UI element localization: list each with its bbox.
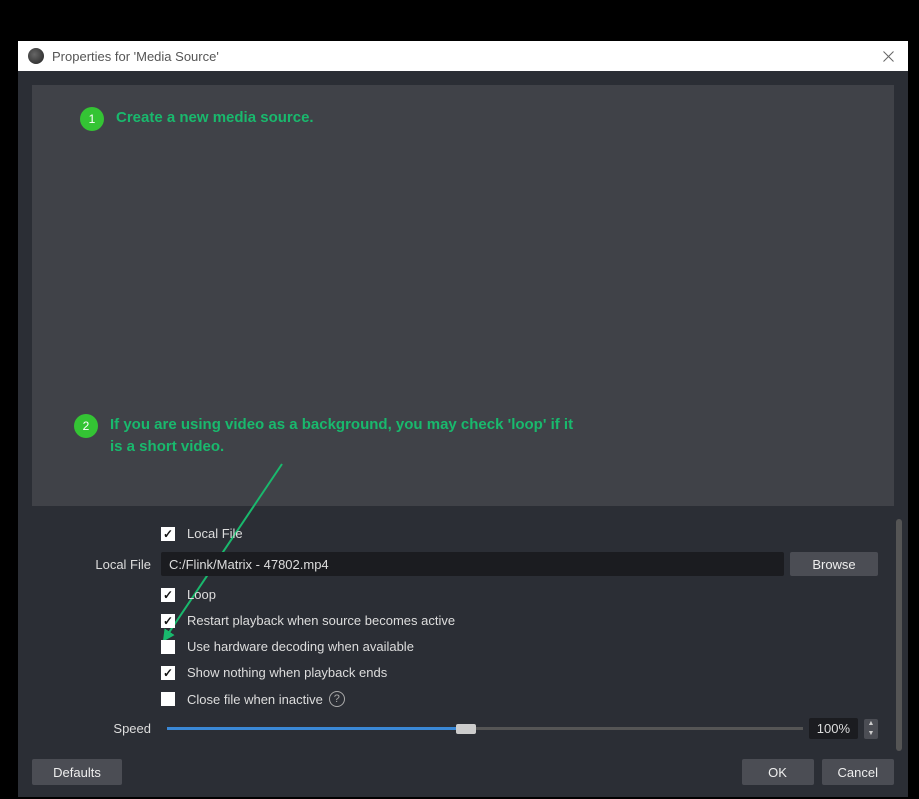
- close-inactive-text: Close file when inactive: [187, 692, 323, 707]
- preview-area: 1 Create a new media source. 2 If you ar…: [32, 85, 894, 506]
- button-bar: Defaults OK Cancel: [18, 751, 908, 797]
- titlebar: Properties for 'Media Source': [18, 41, 908, 71]
- restart-playback-label: Restart playback when source becomes act…: [187, 613, 455, 628]
- speed-spinner: ▲ ▼: [864, 719, 878, 739]
- speed-value[interactable]: 100%: [809, 718, 858, 739]
- local-file-checkbox[interactable]: [161, 527, 175, 541]
- annotation-2: 2 If you are using video as a background…: [74, 414, 584, 458]
- close-inactive-checkbox[interactable]: [161, 692, 175, 706]
- close-button[interactable]: [868, 41, 908, 71]
- ok-button[interactable]: OK: [742, 759, 814, 785]
- show-nothing-label: Show nothing when playback ends: [187, 665, 387, 680]
- properties-dialog: Properties for 'Media Source' 1 Create a…: [18, 41, 908, 797]
- annotation-badge-2: 2: [74, 414, 98, 438]
- hw-decode-label: Use hardware decoding when available: [187, 639, 414, 654]
- hw-decode-checkbox[interactable]: [161, 640, 175, 654]
- show-nothing-checkbox[interactable]: [161, 666, 175, 680]
- close-icon: [883, 51, 894, 62]
- scrollbar[interactable]: [896, 519, 902, 751]
- obs-logo-icon: [28, 48, 44, 64]
- speed-label: Speed: [48, 721, 161, 736]
- annotation-badge-1: 1: [80, 107, 104, 131]
- spinner-up[interactable]: ▲: [864, 719, 878, 729]
- cancel-button[interactable]: Cancel: [822, 759, 894, 785]
- annotation-text-1: Create a new media source.: [116, 107, 314, 129]
- spinner-down[interactable]: ▼: [864, 729, 878, 739]
- restart-playback-checkbox[interactable]: [161, 614, 175, 628]
- local-file-label: Local File: [48, 557, 161, 572]
- defaults-button[interactable]: Defaults: [32, 759, 122, 785]
- slider-thumb[interactable]: [456, 724, 476, 734]
- loop-checkbox[interactable]: [161, 588, 175, 602]
- window-title: Properties for 'Media Source': [52, 49, 868, 64]
- browse-button[interactable]: Browse: [790, 552, 878, 576]
- local-file-input[interactable]: [161, 552, 784, 576]
- annotation-text-2: If you are using video as a background, …: [110, 414, 584, 458]
- annotation-1: 1 Create a new media source.: [80, 107, 314, 131]
- close-inactive-label: Close file when inactive ?: [187, 691, 345, 707]
- help-icon[interactable]: ?: [329, 691, 345, 707]
- form-area: Local File Local File Browse Loop Restar…: [18, 506, 908, 751]
- local-file-check-label: Local File: [187, 526, 243, 541]
- speed-slider[interactable]: [167, 724, 803, 734]
- loop-label: Loop: [187, 587, 216, 602]
